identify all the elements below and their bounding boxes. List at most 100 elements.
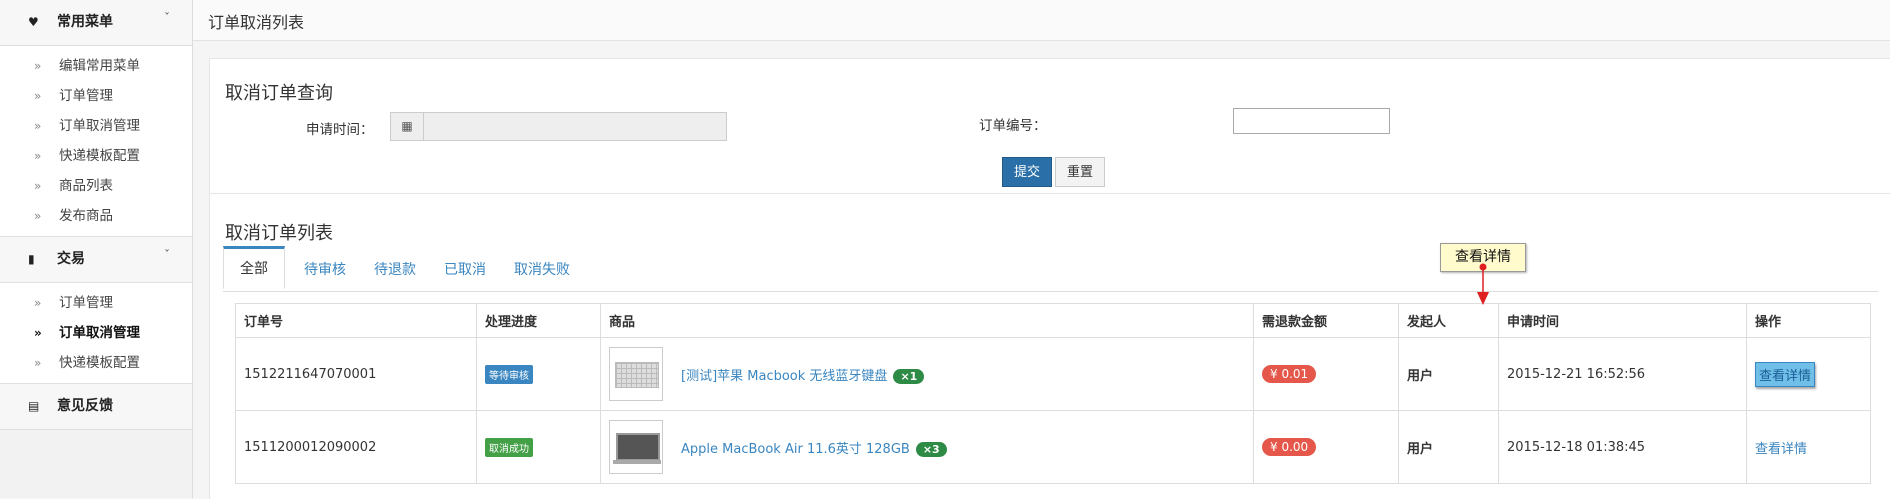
- bar-chart-icon: ▮: [28, 252, 35, 266]
- sidebar-item-label: 发布商品: [59, 208, 113, 224]
- view-details-link[interactable]: 查看详情: [1755, 442, 1807, 457]
- action-cell: 查看详情: [1746, 337, 1871, 411]
- order-no-cell: 1511200012090002: [235, 410, 477, 484]
- double-chevron-right-icon: »: [34, 296, 42, 310]
- calendar-icon[interactable]: ▦: [390, 112, 424, 141]
- product-info: [测试]苹果 Macbook 无线蓝牙键盘 ×1: [609, 338, 1245, 410]
- order-no-cell: 1512211647070001: [235, 337, 477, 411]
- tab-pending-review[interactable]: 待审核: [304, 249, 346, 291]
- product-info: Apple MacBook Air 11.6英寸 128GB ×3: [609, 411, 1245, 483]
- menu-group-trade[interactable]: ▮ 交易 ˇ: [0, 237, 192, 283]
- sidebar-item-label: 快递模板配置: [59, 355, 140, 371]
- document-icon: ▤: [28, 399, 40, 413]
- keyboard-image: [615, 362, 659, 388]
- submit-button[interactable]: 提交: [1002, 157, 1052, 187]
- main-panel: 取消订单查询 申请时间： ▦ 订单编号： 提交 重置 取消订单列表 全部 待审核…: [209, 58, 1890, 499]
- sidebar-item-label: 商品列表: [59, 178, 113, 194]
- sidebar-item-trade-order-cancel[interactable]: » 订单取消管理: [0, 318, 192, 348]
- quantity-badge: ×3: [915, 442, 947, 457]
- tooltip-pointer-arrow: [1477, 263, 1489, 305]
- menu-group-feedback[interactable]: ▤ 意见反馈: [0, 384, 192, 430]
- sidebar-item-order-management[interactable]: » 订单管理: [0, 81, 192, 111]
- product-name[interactable]: Apple MacBook Air 11.6英寸 128GB: [681, 442, 910, 457]
- double-chevron-right-icon: »: [34, 119, 42, 133]
- laptop-base: [613, 460, 661, 464]
- menu-group-label: 交易: [57, 251, 85, 267]
- double-chevron-right-icon: »: [34, 209, 42, 223]
- quantity-badge: ×1: [893, 369, 925, 384]
- sidebar: ♥ 常用菜单 ˇ » 编辑常用菜单 » 订单管理 » 订单取消管理 » 快递模板配置 »…: [0, 0, 193, 498]
- top-bar: 订单取消列表: [193, 0, 1890, 41]
- column-header: 操作: [1746, 303, 1871, 338]
- sidebar-item-trade-express-template[interactable]: » 快递模板配置: [0, 348, 192, 378]
- status-tabs: 全部 待审核 待退款 已取消 取消失败: [223, 246, 1878, 292]
- sidebar-item-label: 订单管理: [59, 295, 113, 311]
- status-badge: 取消成功: [485, 437, 533, 457]
- sidebar-item-publish-product[interactable]: » 发布商品: [0, 201, 192, 231]
- sidebar-item-order-cancel-management[interactable]: » 订单取消管理: [0, 111, 192, 141]
- column-header: 发起人: [1398, 303, 1499, 338]
- order-no-label: 订单编号：: [979, 118, 1047, 134]
- tab-all[interactable]: 全部: [223, 246, 285, 289]
- amount-badge: ¥ 0.01: [1262, 365, 1317, 383]
- heart-icon: ♥: [28, 15, 39, 29]
- double-chevron-right-icon: »: [34, 179, 42, 193]
- sidebar-item-label: 订单取消管理: [59, 325, 140, 341]
- column-header: 需退款金额: [1253, 303, 1399, 338]
- time-cell: 2015-12-18 01:38:45: [1498, 410, 1747, 484]
- view-details-button[interactable]: 查看详情: [1755, 361, 1816, 387]
- cancel-order-table: 订单号 处理进度 商品 需退款金额 发起人 申请时间 操作 1512211647…: [235, 303, 1871, 484]
- product-cell: Apple MacBook Air 11.6英寸 128GB ×3: [600, 410, 1254, 484]
- sidebar-item-label: 订单管理: [59, 88, 113, 104]
- apply-time-input[interactable]: [423, 112, 727, 141]
- double-chevron-right-icon: »: [34, 326, 42, 340]
- menu-group-favorites[interactable]: ♥ 常用菜单 ˇ: [0, 0, 192, 46]
- sidebar-item-product-list[interactable]: » 商品列表: [0, 171, 192, 201]
- page-title: 订单取消列表: [208, 13, 305, 32]
- chevron-down-icon: ˇ: [164, 11, 170, 25]
- product-thumbnail[interactable]: [609, 347, 663, 401]
- amount-cell: ¥ 0.01: [1253, 337, 1399, 411]
- status-cell: 取消成功: [476, 410, 601, 484]
- reset-button[interactable]: 重置: [1055, 157, 1105, 187]
- sidebar-item-trade-order-management[interactable]: » 订单管理: [0, 288, 192, 318]
- tab-cancel-failed[interactable]: 取消失败: [514, 249, 570, 291]
- menu-group-label: 意见反馈: [57, 398, 113, 414]
- double-chevron-right-icon: »: [34, 149, 42, 163]
- product-thumbnail[interactable]: [609, 420, 663, 474]
- column-header: 订单号: [235, 303, 477, 338]
- sidebar-item-edit-favorites[interactable]: » 编辑常用菜单: [0, 51, 192, 81]
- sidebar-item-label: 编辑常用菜单: [59, 58, 140, 74]
- time-cell: 2015-12-21 16:52:56: [1498, 337, 1747, 411]
- product-name[interactable]: [测试]苹果 Macbook 无线蓝牙键盘: [681, 369, 887, 384]
- menu-sub-favorites: » 编辑常用菜单 » 订单管理 » 订单取消管理 » 快递模板配置 » 商品列表 » 发布商…: [0, 46, 192, 237]
- table-row: 1511200012090002 取消成功 Apple MacBook Air …: [235, 410, 1871, 484]
- column-header: 处理进度: [476, 303, 601, 338]
- list-section-title: 取消订单列表: [225, 223, 333, 244]
- table-row: 1512211647070001 等待审核 [测试]苹果 Macbook 无线蓝…: [235, 337, 1871, 411]
- amount-badge: ¥ 0.00: [1262, 438, 1317, 456]
- apply-time-picker[interactable]: ▦: [390, 112, 728, 141]
- sidebar-item-express-template[interactable]: » 快递模板配置: [0, 141, 192, 171]
- search-section-title: 取消订单查询: [225, 83, 333, 104]
- status-cell: 等待审核: [476, 337, 601, 411]
- status-badge: 等待审核: [485, 364, 533, 384]
- column-header: 商品: [600, 303, 1254, 338]
- initiator-cell: 用户: [1398, 337, 1499, 411]
- table-header-row: 订单号 处理进度 商品 需退款金额 发起人 申请时间 操作: [235, 303, 1871, 338]
- sidebar-item-label: 快递模板配置: [59, 148, 140, 164]
- initiator-cell: 用户: [1398, 410, 1499, 484]
- apply-time-label: 申请时间：: [306, 122, 374, 138]
- product-link[interactable]: [测试]苹果 Macbook 无线蓝牙键盘 ×1: [681, 365, 925, 384]
- tab-cancelled[interactable]: 已取消: [444, 249, 486, 291]
- order-no-input[interactable]: [1233, 108, 1390, 134]
- double-chevron-right-icon: »: [34, 59, 42, 73]
- product-link[interactable]: Apple MacBook Air 11.6英寸 128GB ×3: [681, 438, 947, 457]
- tab-pending-refund[interactable]: 待退款: [374, 249, 416, 291]
- double-chevron-right-icon: »: [34, 89, 42, 103]
- sidebar-item-label: 订单取消管理: [59, 118, 140, 134]
- product-cell: [测试]苹果 Macbook 无线蓝牙键盘 ×1: [600, 337, 1254, 411]
- menu-sub-trade: » 订单管理 » 订单取消管理 » 快递模板配置: [0, 283, 192, 384]
- chevron-down-icon: ˇ: [164, 248, 170, 262]
- laptop-image: [616, 433, 660, 461]
